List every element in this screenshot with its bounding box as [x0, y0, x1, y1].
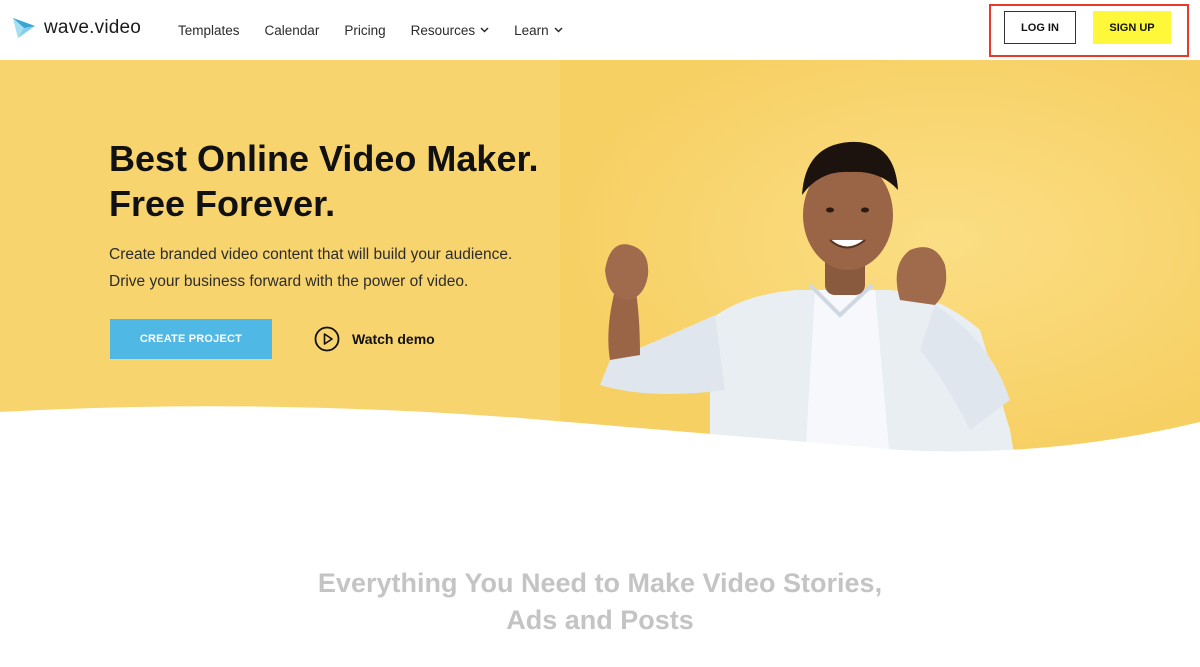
brand-logo[interactable]: wave.video: [12, 16, 141, 40]
nav-item-learn[interactable]: Learn: [514, 23, 563, 38]
features-section-title: Everything You Need to Make Video Storie…: [250, 565, 950, 639]
hero-subtitle-line2: Drive your business forward with the pow…: [109, 273, 469, 290]
features-title-line1: Everything You Need to Make Video Storie…: [317, 568, 883, 598]
top-header: wave.video Templates Calendar Pricing Re…: [0, 0, 1200, 60]
play-circle-icon: [314, 326, 340, 352]
watch-demo-link[interactable]: Watch demo: [314, 325, 435, 353]
brand-name: wave.video: [44, 17, 142, 38]
nav-item-label: Resources: [410, 22, 476, 38]
nav-item-resources[interactable]: Resources: [411, 23, 490, 38]
nav-item-templates[interactable]: Templates: [178, 23, 240, 38]
nav-item-label: Learn: [514, 22, 549, 38]
hero-subtitle-line1: Create branded video content that will b…: [109, 246, 513, 263]
chevron-down-icon: [554, 27, 563, 33]
hero-title-line1: Best Online Video Maker.: [109, 138, 539, 179]
nav-item-pricing[interactable]: Pricing: [344, 23, 385, 38]
wave-video-logo-icon: [13, 18, 35, 38]
watch-demo-label: Watch demo: [352, 331, 435, 347]
chevron-down-icon: [480, 27, 489, 33]
hero-subtitle: Create branded video content that will b…: [109, 241, 589, 295]
nav-item-label: Calendar: [264, 22, 320, 38]
features-title-line2: Ads and Posts: [506, 605, 694, 635]
nav-item-label: Templates: [178, 22, 240, 38]
hero-title: Best Online Video Maker. Free Forever.: [109, 136, 629, 226]
create-project-button[interactable]: CREATE PROJECT: [110, 319, 272, 359]
login-button[interactable]: LOG IN: [1004, 11, 1076, 44]
hero-section: Best Online Video Maker. Free Forever. C…: [0, 60, 1200, 460]
hero-wave-divider: [0, 406, 1200, 460]
nav-item-label: Pricing: [344, 22, 386, 38]
nav-item-calendar[interactable]: Calendar: [265, 23, 320, 38]
hero-title-line2: Free Forever.: [109, 183, 336, 224]
signup-button[interactable]: SIGN UP: [1093, 11, 1171, 44]
main-nav: Templates Calendar Pricing Resources Lea…: [178, 0, 588, 60]
